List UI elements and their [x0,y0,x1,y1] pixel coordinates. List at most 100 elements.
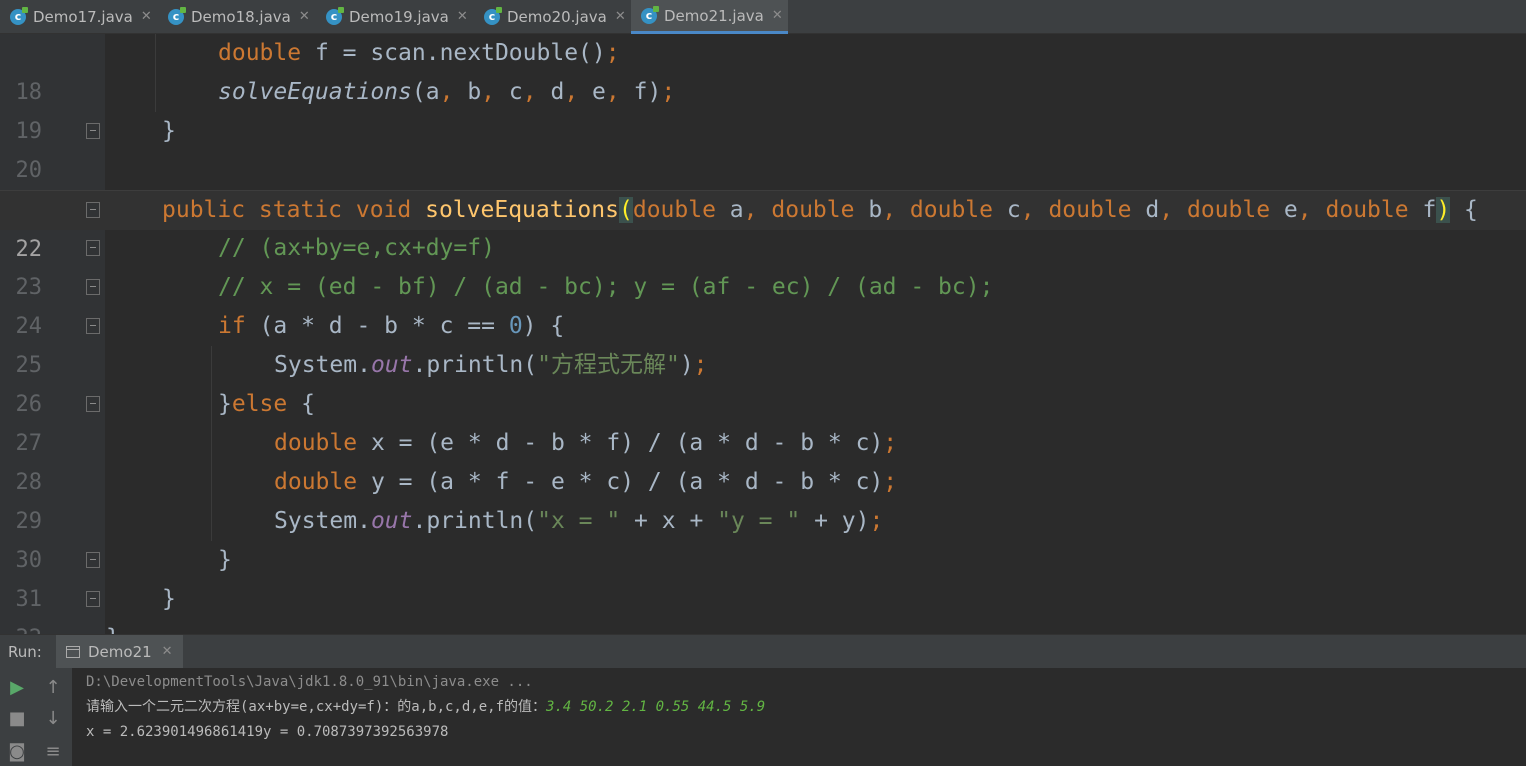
code-line: 26 System.out.println("方程式无解"); [0,346,1526,417]
arg: a [425,79,440,105]
console-user-input: 3.4 50.2 2.1 0.55 44.5 5.9 [546,699,766,715]
comment: // (ax+by=e,cx+dy=f) [218,235,495,261]
comma: , [1297,197,1312,223]
code-text: System.out.println("方程式无解"); [274,346,708,385]
fold-icon[interactable] [86,202,100,218]
method-call: solveEquations [218,79,412,105]
code-text: }else { [218,385,315,424]
semicolon: ; [605,40,620,66]
code-fragment: f = scan.nextDouble() [301,40,606,66]
code-line: 33 } [0,619,1526,634]
code-fragment: (a * d - b * c == [245,313,509,339]
code-line: 20 } [0,112,1526,183]
tab-demo20[interactable]: c Demo20.java ✕ [474,0,631,33]
close-icon[interactable]: ✕ [772,8,783,23]
java-class-icon: c [168,6,186,25]
brace: } [218,391,232,417]
static-field: out [370,508,413,534]
up-arrow-icon[interactable]: ↑ [41,676,65,700]
keyword: double [1325,197,1409,223]
screenshot-icon[interactable]: ◙ [5,740,29,764]
tab-label: Demo19.java [349,7,449,26]
brace: { [287,391,315,417]
keyword: double [274,469,358,495]
semicolon: ; [869,508,884,534]
console-toolbar: ▶ ↑ ■ ↓ ◙ ≡ [0,668,72,766]
code-line: 31 } [0,541,1526,612]
keyword: double [1186,197,1271,223]
number: 0 [508,313,523,339]
code-text: public static void solveEquations(double… [162,191,1478,230]
code-editor[interactable]: 18 double f = scan.nextDouble(); 19 solv… [0,34,1526,634]
code-line: 24 // x = (ed - bf) / (ad - bc); y = (af… [0,268,1526,339]
code-text: } [218,547,232,573]
semicolon: ; [883,430,898,456]
fold-icon[interactable] [86,240,100,256]
code-text: double y = (a * f - e * c) / (a * d - b … [274,463,897,502]
code-line: 30 System.out.println("x = " + x + "y = … [0,502,1526,573]
arg: f [633,79,648,105]
code-line: 18 double f = scan.nextDouble(); [0,34,1526,105]
keyword: double [909,197,993,223]
semicolon: ; [693,352,708,378]
param: e [1283,197,1298,223]
semicolon: ; [661,79,676,105]
close-icon[interactable]: ✕ [457,9,468,24]
tab-label: Demo18.java [191,7,291,26]
run-tool-window-header: Run: Demo21 ✕ [0,634,1526,668]
param: d [1145,197,1160,223]
string-literal: "x = " [537,508,621,534]
fold-icon[interactable] [86,318,100,334]
run-tab-demo21[interactable]: Demo21 ✕ [56,635,183,668]
close-icon[interactable]: ✕ [299,9,310,24]
tab-demo21[interactable]: c Demo21.java ✕ [631,0,788,34]
close-icon[interactable]: ✕ [615,9,626,24]
code-fragment: .println( [412,508,538,534]
code-line: 29 double y = (a * f - e * c) / (a * d -… [0,463,1526,534]
code-text: if (a * d - b * c == 0) { [218,307,564,346]
close-icon[interactable]: ✕ [162,644,173,659]
code-text: double x = (e * d - b * f) / (a * d - b … [274,424,897,463]
wrap-icon[interactable]: ≡ [41,740,65,764]
arg: b [467,79,482,105]
run-label: Run: [8,643,42,661]
code-line: 19 solveEquations(a, b, c, d, e, f); [0,73,1526,144]
editor-tab-bar: c Demo17.java ✕ c Demo18.java ✕ c Demo19… [0,0,1526,34]
code-line: 32 } [0,580,1526,634]
stop-icon[interactable]: ■ [5,707,29,731]
run-tab-label: Demo21 [88,642,152,661]
code-line: 25 if (a * d - b * c == 0) { [0,307,1526,378]
code-fragment: System. [274,508,371,534]
tab-demo18[interactable]: c Demo18.java ✕ [158,0,315,33]
fold-icon[interactable] [86,591,100,607]
close-icon[interactable]: ✕ [141,9,152,24]
run-icon[interactable]: ▶ [5,676,29,700]
java-class-icon: c [326,6,344,25]
console-command-line: D:\DevelopmentTools\Java\jdk1.8.0_91\bin… [86,672,533,692]
code-fragment: .println( [412,352,538,378]
static-field: out [370,352,413,378]
brace: { [1450,197,1478,223]
arg: d [550,79,565,105]
fold-icon[interactable] [86,396,100,412]
semicolon: ; [883,469,898,495]
fold-icon[interactable] [86,552,100,568]
code-line-current: 22 public static void solveEquations(dou… [0,190,1526,262]
param: b [868,197,883,223]
keyword: double [274,430,358,456]
console-prompt: 请输入一个二元二次方程(ax+by=e,cx+dy=f)：的a,b,c,d,e,… [86,699,547,715]
code-line: 28 double x = (e * d - b * f) / (a * d -… [0,424,1526,495]
comma: , [439,79,454,105]
code-fragment: + y) [800,508,870,534]
console-command: D:\DevelopmentTools\Java\jdk1.8.0_91\bin… [86,674,533,690]
fold-icon[interactable] [86,123,100,139]
code-text: } [162,586,176,612]
run-console[interactable]: ▶ ↑ ■ ↓ ◙ ≡ D:\DevelopmentTools\Java\jdk… [0,668,1526,766]
fold-icon[interactable] [86,279,100,295]
code-text: System.out.println("x = " + x + "y = " +… [274,502,883,541]
down-arrow-icon[interactable]: ↓ [41,707,65,731]
code-text: double f = scan.nextDouble(); [218,34,620,73]
tab-demo17[interactable]: c Demo17.java ✕ [0,0,157,33]
tab-demo19[interactable]: c Demo19.java ✕ [316,0,473,33]
string-literal: "y = " [717,508,801,534]
